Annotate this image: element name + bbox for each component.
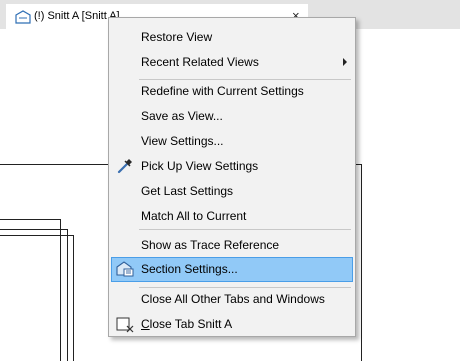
drawing-line — [67, 229, 68, 361]
menu-item-label: Show as Trace Reference — [141, 238, 280, 252]
menu-item-label: Section Settings... — [141, 262, 238, 276]
menu-item-show-as-trace-reference[interactable]: Show as Trace Reference — [111, 233, 353, 257]
menu-item-section-settings[interactable]: Section Settings... — [111, 257, 353, 282]
menu-item-label: Restore View — [141, 30, 213, 44]
submenu-arrow-icon — [343, 58, 347, 66]
menu-item-view-settings[interactable]: View Settings... — [111, 129, 353, 153]
drawing-line — [60, 219, 61, 361]
menu-item-label: Save as View... — [141, 109, 223, 123]
menu-item-label: Close Tab Snitt A — [141, 317, 232, 331]
menu-item-label: Redefine with Current Settings — [141, 84, 304, 98]
menu-item-pick-up-view-settings[interactable]: Pick Up View Settings — [111, 154, 353, 178]
section-view-icon — [15, 10, 31, 24]
menu-item-close-tab[interactable]: Close Tab Snitt A — [111, 312, 353, 336]
menu-item-redefine-settings[interactable]: Redefine with Current Settings — [111, 79, 353, 103]
menu-item-match-all-to-current[interactable]: Match All to Current — [111, 204, 353, 228]
menu-item-save-as-view[interactable]: Save as View... — [111, 104, 353, 128]
menu-item-label-rest: lose Tab Snitt A — [149, 317, 233, 331]
menu-item-close-all-other-tabs[interactable]: Close All Other Tabs and Windows — [111, 287, 353, 311]
drawing-line — [0, 229, 67, 230]
menu-item-label: View Settings... — [141, 134, 224, 148]
menu-item-restore-view[interactable]: Restore View — [111, 25, 353, 49]
eyedropper-icon — [116, 157, 134, 175]
drawing-line — [73, 235, 74, 361]
menu-item-get-last-settings[interactable]: Get Last Settings — [111, 179, 353, 203]
context-menu: Restore View Recent Related Views Redefi… — [108, 17, 356, 337]
menu-item-label: Match All to Current — [141, 209, 247, 223]
drawing-line — [0, 235, 73, 236]
menu-item-label: Recent Related Views — [141, 55, 259, 69]
menu-item-label: Get Last Settings — [141, 184, 234, 198]
menu-item-label: Close All Other Tabs and Windows — [141, 292, 325, 306]
drawing-line — [361, 164, 362, 361]
section-settings-icon — [116, 260, 134, 278]
menu-separator — [139, 229, 351, 230]
close-tab-icon — [116, 315, 134, 333]
drawing-line — [0, 219, 60, 220]
menu-item-label: Pick Up View Settings — [141, 159, 259, 173]
access-key-letter: C — [141, 317, 150, 331]
menu-item-recent-related-views[interactable]: Recent Related Views — [111, 50, 353, 74]
